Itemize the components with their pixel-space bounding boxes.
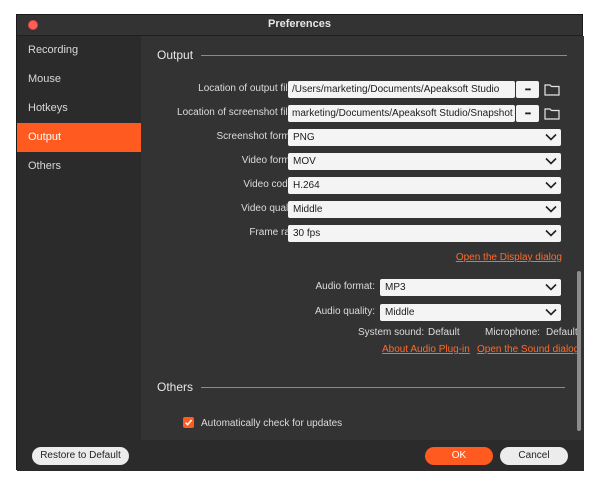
video-codec-select[interactable]: H.264 — [288, 177, 561, 194]
ok-button[interactable]: OK — [425, 447, 493, 465]
open-sound-dialog-link[interactable]: Open the Sound dialog — [477, 344, 579, 355]
chevron-down-icon — [545, 283, 557, 291]
sidebar-item-others[interactable]: Others — [17, 152, 141, 181]
preferences-window: Preferences Recording Mouse Hotkeys Outp… — [16, 14, 584, 471]
section-divider — [201, 54, 568, 56]
browse-screenshot-button[interactable]: ••• — [516, 105, 539, 122]
audio-quality-label: Audio quality: — [314, 306, 375, 317]
output-section-header: Output — [157, 48, 568, 62]
video-quality-select[interactable]: Middle — [288, 201, 561, 218]
browse-output-button[interactable]: ••• — [516, 81, 539, 98]
others-section-header: Others — [157, 380, 566, 394]
screenshot-files-label: Location of screenshot files: — [177, 107, 301, 118]
audio-quality-select[interactable]: Middle — [380, 304, 561, 321]
output-section-title: Output — [157, 48, 194, 62]
auto-update-label: Automatically check for updates — [201, 418, 343, 429]
screenshot-files-path-field[interactable]: marketing/Documents/Apeaksoft Studio/Sna… — [288, 105, 515, 122]
sidebar-item-mouse[interactable]: Mouse — [17, 65, 141, 94]
restore-default-button[interactable]: Restore to Default — [32, 447, 129, 465]
folder-icon[interactable] — [544, 107, 560, 120]
chevron-down-icon — [545, 181, 557, 189]
section-divider — [201, 386, 566, 388]
sidebar-item-recording[interactable]: Recording — [17, 36, 141, 65]
settings-panel: Output Location of output files: /Users/… — [141, 36, 584, 440]
microphone-label: Microphone: — [485, 327, 541, 338]
chevron-down-icon — [545, 229, 557, 237]
video-format-select[interactable]: MOV — [288, 153, 561, 170]
chevron-down-icon — [545, 157, 557, 165]
chevron-down-icon — [545, 205, 557, 213]
checkmark-icon — [184, 419, 193, 426]
audio-format-label: Audio format: — [315, 281, 375, 292]
sidebar: Recording Mouse Hotkeys Output Others — [17, 36, 141, 440]
title-bar: Preferences — [17, 15, 582, 36]
cancel-button[interactable]: Cancel — [500, 447, 568, 465]
others-section-title: Others — [157, 380, 194, 394]
open-display-dialog-link[interactable]: Open the Display dialog — [456, 252, 562, 263]
chevron-down-icon — [545, 308, 557, 316]
output-files-label: Location of output files: — [198, 83, 301, 94]
frame-rate-select[interactable]: 30 fps — [288, 225, 561, 242]
sidebar-item-hotkeys[interactable]: Hotkeys — [17, 94, 141, 123]
folder-icon[interactable] — [544, 83, 560, 96]
microphone-value: Default — [546, 327, 578, 338]
sidebar-item-output[interactable]: Output — [17, 123, 141, 152]
chevron-down-icon — [545, 133, 557, 141]
vertical-scrollbar[interactable] — [577, 271, 581, 431]
system-sound-value: Default — [428, 327, 460, 338]
output-files-path-field[interactable]: /Users/marketing/Documents/Apeaksoft Stu… — [288, 81, 515, 98]
footer-bar: Restore to Default OK Cancel — [17, 440, 584, 471]
about-audio-plugin-link[interactable]: About Audio Plug-in — [382, 344, 470, 355]
audio-format-select[interactable]: MP3 — [380, 279, 561, 296]
window-title: Preferences — [268, 18, 331, 30]
screenshot-format-select[interactable]: PNG — [288, 129, 561, 146]
system-sound-label: System sound: — [358, 327, 425, 338]
auto-update-checkbox[interactable] — [183, 417, 194, 428]
